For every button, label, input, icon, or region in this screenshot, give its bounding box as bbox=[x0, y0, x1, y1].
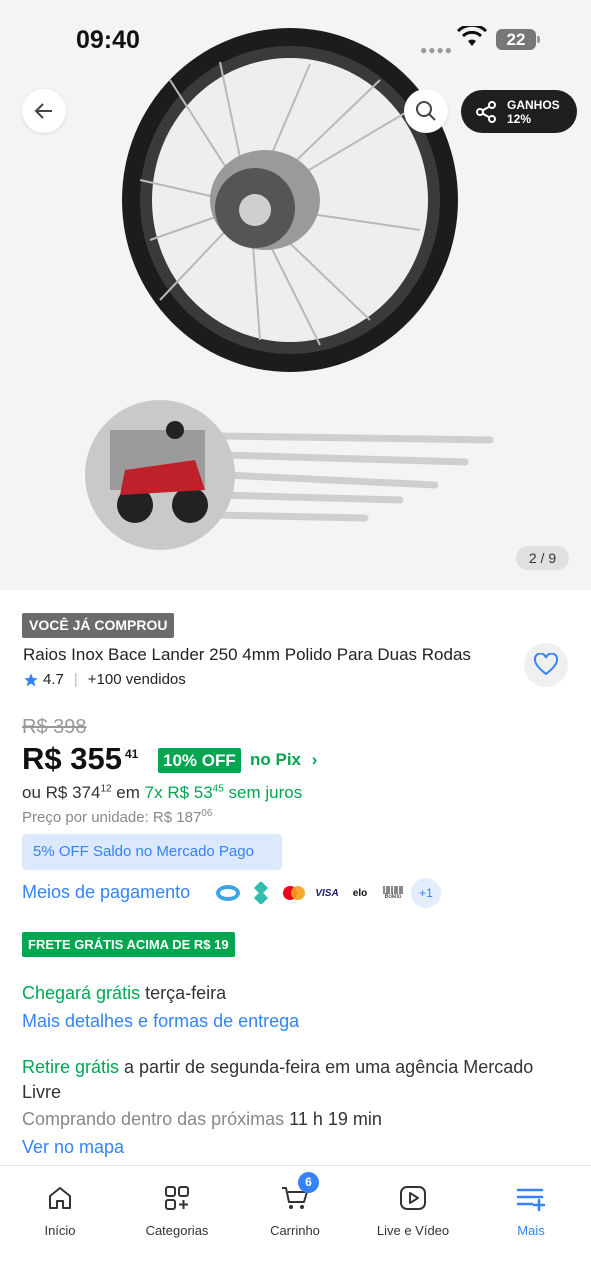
installment-prefix: ou R$ 374 bbox=[22, 783, 101, 802]
buy-within-info: Comprando dentro das próximas 11 h 19 mi… bbox=[22, 1109, 382, 1130]
discount-badge: 10% OFF bbox=[158, 748, 241, 773]
play-icon bbox=[400, 1186, 426, 1210]
nav-home[interactable]: Início bbox=[10, 1178, 110, 1238]
more-payment-methods[interactable]: +1 bbox=[411, 878, 441, 908]
unit-price: Preço por unidade: R$ 18706 bbox=[22, 808, 212, 826]
view-map-link[interactable]: Ver no mapa bbox=[22, 1137, 124, 1158]
share-label: GANHOS bbox=[507, 97, 560, 112]
arrival-free: Chegará grátis bbox=[22, 983, 141, 1003]
categories-icon bbox=[165, 1186, 189, 1210]
share-icon bbox=[476, 100, 496, 123]
buy-within-text: Comprando dentro das próximas bbox=[22, 1109, 290, 1129]
elo-icon: elo bbox=[352, 887, 368, 899]
pickup-info: Retire grátis a partir de segunda-feira … bbox=[22, 1057, 533, 1078]
price-cents: 41 bbox=[124, 747, 139, 761]
favorite-button[interactable] bbox=[524, 643, 568, 687]
pickup-text: a partir de segunda-feira em uma agência… bbox=[119, 1057, 534, 1077]
already-bought-badge: VOCÊ JÁ COMPROU bbox=[22, 613, 175, 638]
share-label-block: GANHOS 12% bbox=[507, 98, 560, 126]
current-price: R$ 355 41 bbox=[22, 741, 138, 777]
installment-value: 7x R$ 53 bbox=[144, 783, 213, 802]
unit-price-cents: 06 bbox=[201, 808, 213, 819]
payment-methods-link[interactable]: Meios de pagamento bbox=[22, 882, 190, 903]
pickup-free: Retire grátis bbox=[22, 1057, 120, 1077]
mastercard-icon bbox=[279, 878, 309, 908]
nav-live-video[interactable]: Live e Vídeo bbox=[363, 1178, 463, 1238]
delivery-details-link[interactable]: Mais detalhes e formas de entrega bbox=[22, 1011, 299, 1032]
search-button[interactable] bbox=[404, 89, 448, 133]
product-gallery[interactable] bbox=[0, 0, 591, 590]
arrival-info: Chegará grátis terça-feira bbox=[22, 983, 226, 1004]
installment-suffix: sem juros bbox=[223, 783, 303, 802]
arrival-day: terça-feira bbox=[140, 983, 227, 1003]
home-icon bbox=[49, 1187, 71, 1209]
installments-info: ou R$ 37412 em 7x R$ 5345 sem juros bbox=[22, 783, 302, 803]
back-button[interactable] bbox=[22, 89, 66, 133]
payment-icons[interactable]: VISA elo Boleto +1 bbox=[213, 878, 441, 908]
arrow-left-icon bbox=[34, 103, 52, 119]
price-integer: R$ 355 bbox=[22, 741, 122, 776]
nav-live-video-label: Live e Vídeo bbox=[376, 1223, 450, 1238]
status-time: 09:40 bbox=[76, 26, 140, 54]
sold-count: +100 vendidos bbox=[87, 671, 186, 688]
unit-price-text: Preço por unidade: R$ 187 bbox=[22, 809, 202, 826]
visa-icon: VISA bbox=[315, 887, 339, 899]
installment-value-cents: 45 bbox=[212, 783, 224, 795]
saldo-promo-banner[interactable]: 5% OFF Saldo no Mercado Pago bbox=[22, 834, 282, 870]
rating-divider: | bbox=[73, 671, 78, 688]
signal-dots-icon: ●●●● bbox=[420, 43, 453, 57]
product-title: Raios Inox Bace Lander 250 4mm Polido Pa… bbox=[23, 645, 471, 664]
share-earnings-button[interactable]: GANHOS 12% bbox=[461, 90, 577, 133]
status-bar: 09:40 ●●●● 22 bbox=[0, 0, 591, 80]
old-price: R$ 398 bbox=[22, 716, 87, 738]
product-image-wheel bbox=[85, 28, 494, 550]
search-icon bbox=[416, 101, 436, 121]
wifi-icon bbox=[457, 26, 487, 46]
pix-icon bbox=[246, 878, 276, 908]
nav-home-label: Início bbox=[44, 1223, 76, 1238]
installment-mid: em bbox=[111, 783, 145, 802]
nav-more-label: Mais bbox=[517, 1223, 545, 1238]
rating-value: 4.7 bbox=[43, 671, 64, 688]
nav-categories[interactable]: Categorias bbox=[127, 1178, 227, 1238]
chevron-right-icon: › bbox=[311, 750, 318, 769]
battery-indicator: 22 bbox=[496, 29, 540, 50]
heart-icon bbox=[533, 653, 559, 676]
boleto-label: Boleto bbox=[384, 894, 402, 900]
pix-label: no Pix bbox=[250, 750, 302, 769]
pix-link[interactable]: no Pix › bbox=[250, 750, 317, 770]
menu-plus-icon bbox=[516, 1188, 546, 1212]
cart-count-badge: 6 bbox=[298, 1172, 319, 1193]
buy-within-time: 11 h 19 min bbox=[289, 1109, 382, 1129]
share-percent: 12% bbox=[507, 111, 532, 126]
nav-more[interactable]: Mais bbox=[481, 1178, 581, 1238]
free-shipping-badge: FRETE GRÁTIS ACIMA DE R$ 19 bbox=[22, 932, 235, 957]
star-icon bbox=[24, 672, 38, 686]
installment-prefix-cents: 12 bbox=[100, 783, 112, 795]
gallery-counter: 2 / 9 bbox=[516, 546, 569, 570]
nav-cart[interactable]: 6 Carrinho bbox=[245, 1172, 345, 1238]
nav-cart-label: Carrinho bbox=[270, 1223, 320, 1238]
pickup-text-line2: Livre bbox=[22, 1082, 62, 1102]
mercado-pago-icon bbox=[213, 878, 243, 908]
nav-categories-label: Categorias bbox=[145, 1223, 209, 1238]
boleto-icon: Boleto bbox=[378, 878, 408, 908]
rating-row[interactable]: 4.7 | +100 vendidos bbox=[23, 671, 186, 688]
bottom-navigation: Início Categorias 6 Carrinho Live e Víde… bbox=[0, 1165, 591, 1280]
